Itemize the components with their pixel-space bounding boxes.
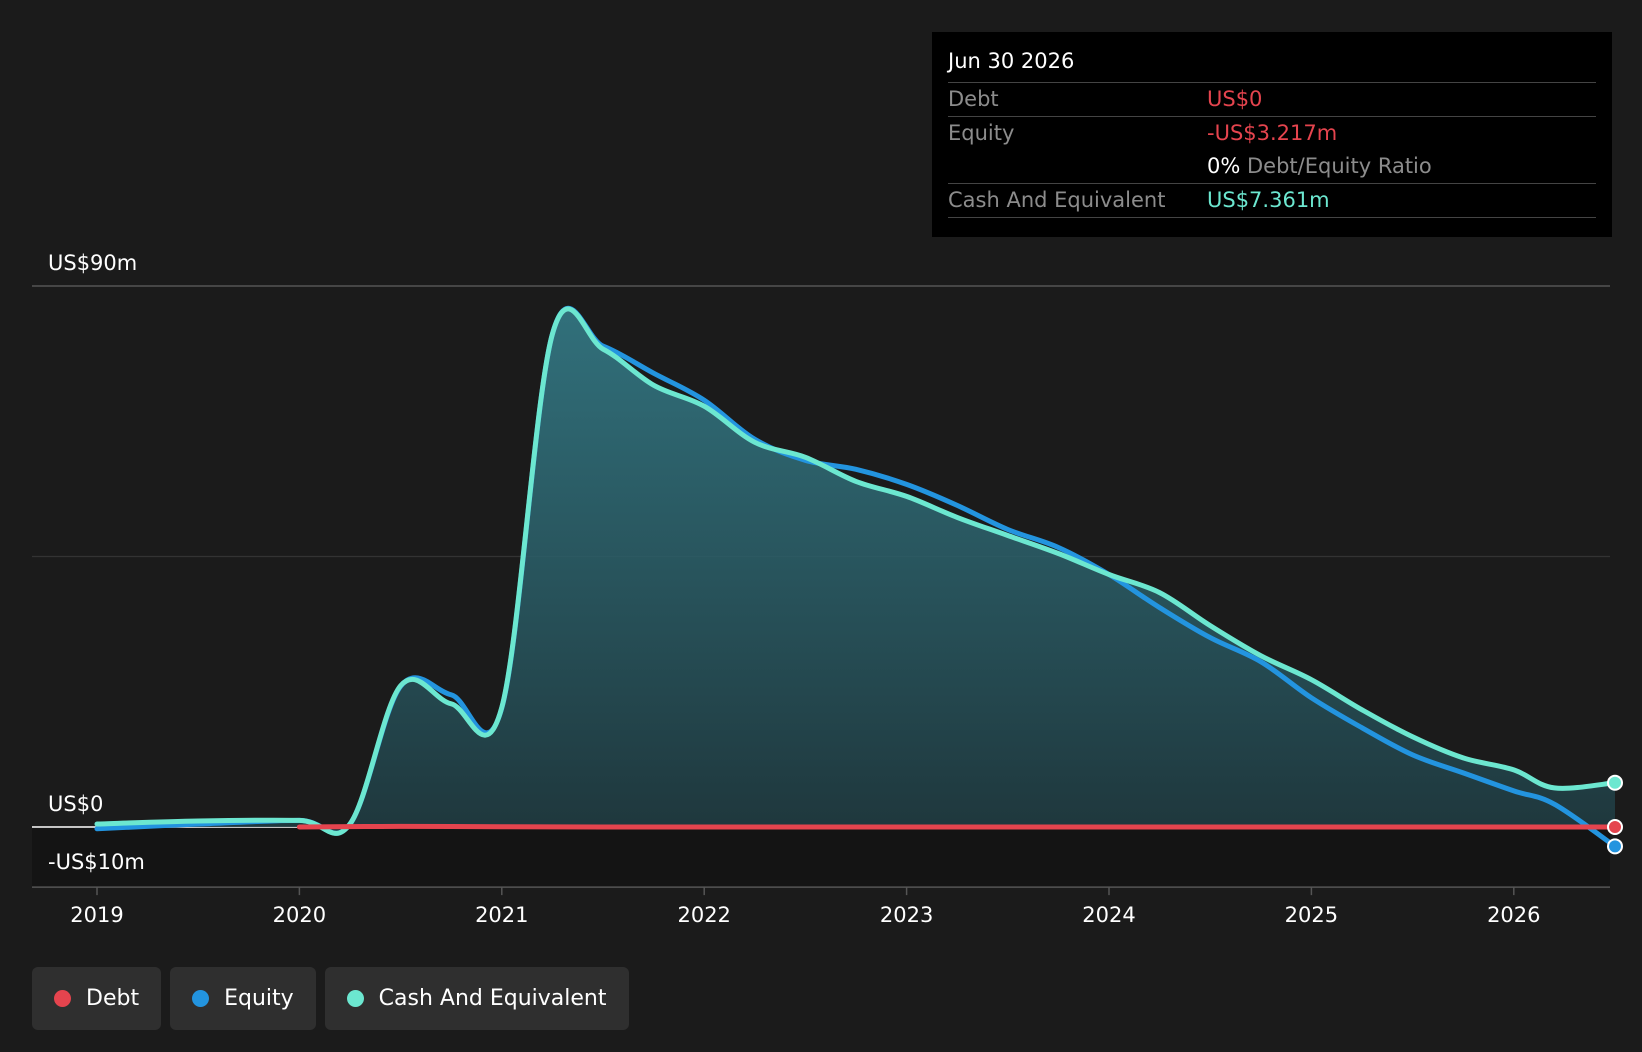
legend-label-debt: Debt [86,986,140,1011]
tooltip: Jun 30 2026 Debt US$0 Equity -US$3.217m … [932,32,1612,237]
legend-item-debt[interactable]: Debt [32,967,162,1030]
x-tick-label: 2024 [1082,903,1135,927]
tooltip-equity-label: Equity [948,121,1015,145]
x-tick-label: 2022 [677,903,730,927]
end-marker-debt [1607,819,1623,835]
x-tick-label: 2020 [273,903,326,927]
y-tick-bottom: -US$10m [48,850,145,874]
legend-label-equity: Equity [224,986,294,1011]
y-axis-labels: US$90m US$0 -US$10m [48,251,145,874]
x-tick-label: 2025 [1285,903,1338,927]
legend-item-cash[interactable]: Cash And Equivalent [324,967,629,1030]
x-axis-labels: 2019 2020 2021 2022 2023 2024 2025 2026 [70,887,1541,927]
tooltip-ratio: 0% Debt/Equity Ratio [1207,150,1432,183]
series-line-debt [296,823,1618,830]
tooltip-cash-value: US$7.361m [1207,188,1330,212]
debt-dot-icon [54,990,71,1007]
tooltip-ratio-label: Debt/Equity Ratio [1247,154,1432,178]
tooltip-row-cash: Cash And Equivalent US$7.361m [948,184,1596,218]
legend: Debt Equity Cash And Equivalent [32,967,629,1030]
y-tick-zero: US$0 [48,792,103,816]
chart-area [97,308,1615,834]
end-marker-cash-and-equivalent [1607,774,1623,791]
x-tick-label: 2023 [880,903,933,927]
equity-dot-icon [192,990,210,1007]
tooltip-ratio-value: 0% [1207,154,1241,178]
tooltip-row-debt: Debt US$0 [948,83,1596,117]
tooltip-debt-value: US$0 [1207,87,1263,111]
x-tick-label: 2026 [1487,903,1540,927]
end-marker-equity [1607,838,1623,855]
tooltip-date: Jun 30 2026 [948,46,1596,83]
tooltip-row-ratio: 0% Debt/Equity Ratio [948,150,1596,184]
negative-region [32,827,1610,887]
y-tick-top: US$90m [48,251,137,275]
tooltip-equity-value: -US$3.217m [1207,121,1338,145]
area-fill [97,308,1615,834]
x-tick-label: 2021 [475,903,528,927]
legend-label-cash: Cash And Equivalent [378,986,607,1011]
x-tick-label: 2019 [70,903,123,927]
legend-item-equity[interactable]: Equity [170,967,316,1030]
tooltip-row-equity: Equity -US$3.217m [948,117,1596,150]
cash-dot-icon [346,990,364,1007]
tooltip-debt-label: Debt [948,87,999,111]
tooltip-cash-label: Cash And Equivalent [948,188,1166,212]
